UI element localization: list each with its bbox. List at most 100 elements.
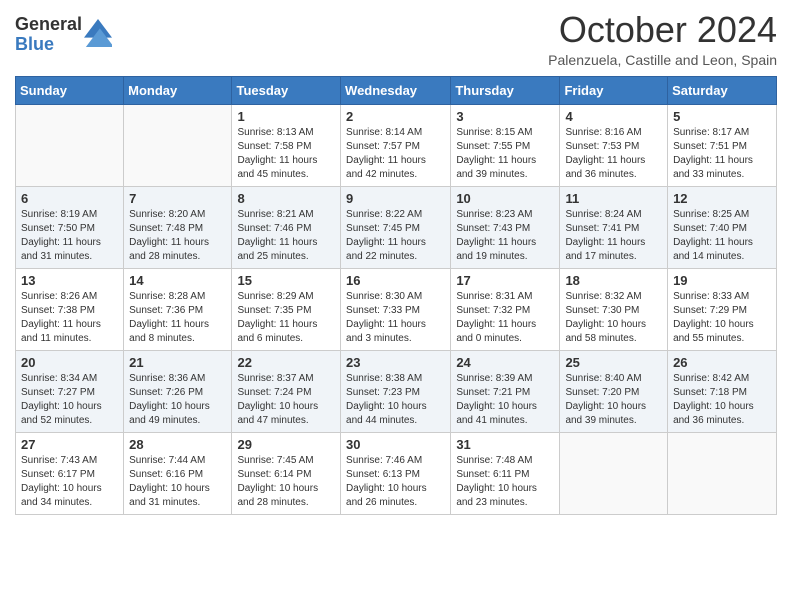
day-number: 7 <box>129 191 226 206</box>
calendar-cell: 15 Sunrise: 8:29 AM Sunset: 7:35 PM Dayli… <box>232 268 341 350</box>
day-info: Sunrise: 8:42 AM Sunset: 7:18 PM Dayligh… <box>673 372 771 428</box>
day-info: Sunrise: 8:34 AM Sunset: 7:27 PM Dayligh… <box>21 372 118 428</box>
calendar-cell: 9 Sunrise: 8:22 AM Sunset: 7:45 PM Daylig… <box>341 186 451 268</box>
calendar-cell: 2 Sunrise: 8:14 AM Sunset: 7:57 PM Daylig… <box>341 104 451 186</box>
day-number: 6 <box>21 191 118 206</box>
day-number: 18 <box>565 273 662 288</box>
day-number: 2 <box>346 109 445 124</box>
day-number: 22 <box>237 355 335 370</box>
weekday-header: Wednesday <box>341 76 451 104</box>
calendar-week-row: 20 Sunrise: 8:34 AM Sunset: 7:27 PM Dayli… <box>16 350 777 432</box>
calendar-cell: 6 Sunrise: 8:19 AM Sunset: 7:50 PM Daylig… <box>16 186 124 268</box>
day-number: 21 <box>129 355 226 370</box>
calendar-cell: 25 Sunrise: 8:40 AM Sunset: 7:20 PM Dayli… <box>560 350 668 432</box>
weekday-header: Thursday <box>451 76 560 104</box>
day-number: 4 <box>565 109 662 124</box>
calendar-cell: 30 Sunrise: 7:46 AM Sunset: 6:13 PM Dayli… <box>341 432 451 514</box>
day-number: 14 <box>129 273 226 288</box>
calendar-cell: 24 Sunrise: 8:39 AM Sunset: 7:21 PM Dayli… <box>451 350 560 432</box>
day-number: 24 <box>456 355 554 370</box>
month-title: October 2024 <box>548 10 777 50</box>
calendar-cell: 13 Sunrise: 8:26 AM Sunset: 7:38 PM Dayli… <box>16 268 124 350</box>
day-info: Sunrise: 8:31 AM Sunset: 7:32 PM Dayligh… <box>456 290 554 346</box>
day-number: 31 <box>456 437 554 452</box>
weekday-header: Friday <box>560 76 668 104</box>
header: General Blue October 2024 Palenzuela, Ca… <box>15 10 777 68</box>
day-number: 28 <box>129 437 226 452</box>
day-info: Sunrise: 8:21 AM Sunset: 7:46 PM Dayligh… <box>237 208 335 264</box>
calendar-week-row: 13 Sunrise: 8:26 AM Sunset: 7:38 PM Dayli… <box>16 268 777 350</box>
day-number: 20 <box>21 355 118 370</box>
day-number: 16 <box>346 273 445 288</box>
day-number: 13 <box>21 273 118 288</box>
day-info: Sunrise: 7:46 AM Sunset: 6:13 PM Dayligh… <box>346 454 445 510</box>
calendar-cell: 31Sunrise: 7:48 AM Sunset: 6:11 PM Dayli… <box>451 432 560 514</box>
day-info: Sunrise: 8:19 AM Sunset: 7:50 PM Dayligh… <box>21 208 118 264</box>
day-info: Sunrise: 8:40 AM Sunset: 7:20 PM Dayligh… <box>565 372 662 428</box>
calendar-cell: 14 Sunrise: 8:28 AM Sunset: 7:36 PM Dayli… <box>124 268 232 350</box>
logo-general: General <box>15 15 82 35</box>
day-info: Sunrise: 8:26 AM Sunset: 7:38 PM Dayligh… <box>21 290 118 346</box>
calendar-cell: 21Sunrise: 8:36 AM Sunset: 7:26 PM Dayli… <box>124 350 232 432</box>
day-number: 25 <box>565 355 662 370</box>
calendar-cell <box>668 432 777 514</box>
day-number: 8 <box>237 191 335 206</box>
day-number: 3 <box>456 109 554 124</box>
day-number: 27 <box>21 437 118 452</box>
day-info: Sunrise: 8:32 AM Sunset: 7:30 PM Dayligh… <box>565 290 662 346</box>
calendar-cell: 10Sunrise: 8:23 AM Sunset: 7:43 PM Dayli… <box>451 186 560 268</box>
day-number: 29 <box>237 437 335 452</box>
calendar-cell: 20 Sunrise: 8:34 AM Sunset: 7:27 PM Dayli… <box>16 350 124 432</box>
calendar-cell: 16Sunrise: 8:30 AM Sunset: 7:33 PM Dayli… <box>341 268 451 350</box>
page: General Blue October 2024 Palenzuela, Ca… <box>0 0 792 530</box>
title-section: October 2024 Palenzuela, Castille and Le… <box>548 10 777 68</box>
calendar-cell <box>16 104 124 186</box>
calendar-header-row: SundayMondayTuesdayWednesdayThursdayFrid… <box>16 76 777 104</box>
calendar-week-row: 27 Sunrise: 7:43 AM Sunset: 6:17 PM Dayli… <box>16 432 777 514</box>
calendar-cell: 11 Sunrise: 8:24 AM Sunset: 7:41 PM Dayli… <box>560 186 668 268</box>
day-number: 1 <box>237 109 335 124</box>
day-info: Sunrise: 7:43 AM Sunset: 6:17 PM Dayligh… <box>21 454 118 510</box>
day-number: 9 <box>346 191 445 206</box>
day-info: Sunrise: 8:16 AM Sunset: 7:53 PM Dayligh… <box>565 126 662 182</box>
calendar-cell: 22 Sunrise: 8:37 AM Sunset: 7:24 PM Dayli… <box>232 350 341 432</box>
day-info: Sunrise: 8:25 AM Sunset: 7:40 PM Dayligh… <box>673 208 771 264</box>
day-number: 19 <box>673 273 771 288</box>
day-number: 15 <box>237 273 335 288</box>
weekday-header: Sunday <box>16 76 124 104</box>
calendar-cell: 7 Sunrise: 8:20 AM Sunset: 7:48 PM Daylig… <box>124 186 232 268</box>
calendar-cell: 28Sunrise: 7:44 AM Sunset: 6:16 PM Dayli… <box>124 432 232 514</box>
day-number: 12 <box>673 191 771 206</box>
day-info: Sunrise: 8:17 AM Sunset: 7:51 PM Dayligh… <box>673 126 771 182</box>
calendar-cell: 19Sunrise: 8:33 AM Sunset: 7:29 PM Dayli… <box>668 268 777 350</box>
calendar-cell: 29 Sunrise: 7:45 AM Sunset: 6:14 PM Dayli… <box>232 432 341 514</box>
day-info: Sunrise: 8:29 AM Sunset: 7:35 PM Dayligh… <box>237 290 335 346</box>
day-info: Sunrise: 8:13 AM Sunset: 7:58 PM Dayligh… <box>237 126 335 182</box>
day-info: Sunrise: 8:22 AM Sunset: 7:45 PM Dayligh… <box>346 208 445 264</box>
day-number: 30 <box>346 437 445 452</box>
day-number: 23 <box>346 355 445 370</box>
calendar: SundayMondayTuesdayWednesdayThursdayFrid… <box>15 76 777 515</box>
day-info: Sunrise: 8:37 AM Sunset: 7:24 PM Dayligh… <box>237 372 335 428</box>
day-number: 10 <box>456 191 554 206</box>
calendar-cell: 18 Sunrise: 8:32 AM Sunset: 7:30 PM Dayli… <box>560 268 668 350</box>
day-info: Sunrise: 8:14 AM Sunset: 7:57 PM Dayligh… <box>346 126 445 182</box>
day-info: Sunrise: 8:15 AM Sunset: 7:55 PM Dayligh… <box>456 126 554 182</box>
day-info: Sunrise: 8:24 AM Sunset: 7:41 PM Dayligh… <box>565 208 662 264</box>
calendar-cell: 12 Sunrise: 8:25 AM Sunset: 7:40 PM Dayli… <box>668 186 777 268</box>
day-info: Sunrise: 8:20 AM Sunset: 7:48 PM Dayligh… <box>129 208 226 264</box>
day-number: 11 <box>565 191 662 206</box>
calendar-cell: 8 Sunrise: 8:21 AM Sunset: 7:46 PM Daylig… <box>232 186 341 268</box>
day-info: Sunrise: 7:45 AM Sunset: 6:14 PM Dayligh… <box>237 454 335 510</box>
calendar-cell: 3 Sunrise: 8:15 AM Sunset: 7:55 PM Daylig… <box>451 104 560 186</box>
calendar-cell: 26 Sunrise: 8:42 AM Sunset: 7:18 PM Dayli… <box>668 350 777 432</box>
location-title: Palenzuela, Castille and Leon, Spain <box>548 52 777 68</box>
calendar-cell: 17Sunrise: 8:31 AM Sunset: 7:32 PM Dayli… <box>451 268 560 350</box>
day-info: Sunrise: 8:28 AM Sunset: 7:36 PM Dayligh… <box>129 290 226 346</box>
calendar-cell: 4 Sunrise: 8:16 AM Sunset: 7:53 PM Daylig… <box>560 104 668 186</box>
logo: General Blue <box>15 15 112 55</box>
day-number: 26 <box>673 355 771 370</box>
calendar-cell: 5Sunrise: 8:17 AM Sunset: 7:51 PM Daylig… <box>668 104 777 186</box>
day-info: Sunrise: 8:39 AM Sunset: 7:21 PM Dayligh… <box>456 372 554 428</box>
calendar-cell <box>124 104 232 186</box>
